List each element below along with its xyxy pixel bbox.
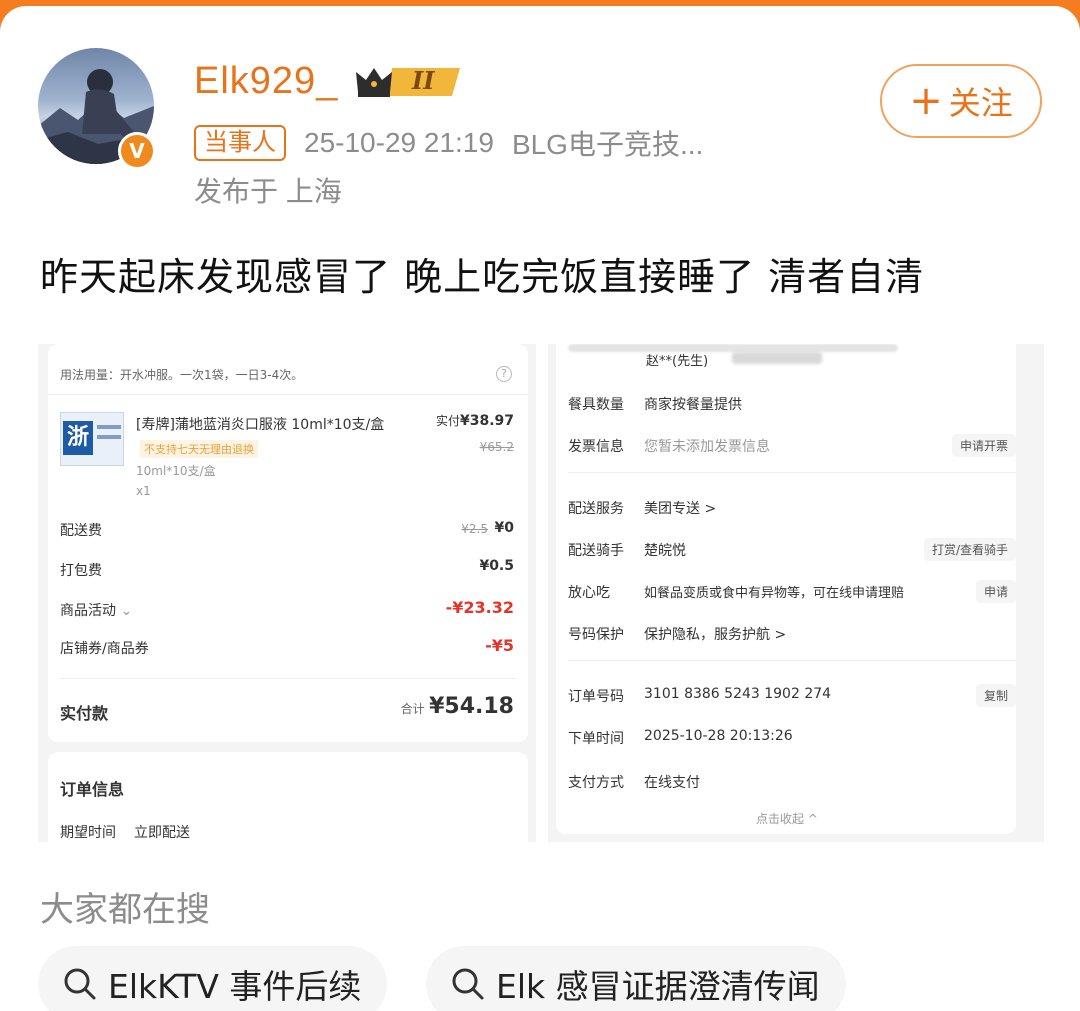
post-location: 发布于 上海 [194, 176, 342, 207]
product-spec: 10ml*10支/盒 [136, 464, 216, 478]
divider [568, 472, 1016, 473]
fee-label-packing: 打包费 [60, 563, 102, 579]
total-amount: 合计 ¥54.18 [401, 694, 514, 719]
search-icon [64, 968, 96, 1000]
detail-label: 发票信息 [568, 439, 624, 455]
detail-value: 楚皖悦 [644, 543, 686, 559]
expect-time-value: 立即配送 [134, 825, 190, 841]
order-info-title: 订单信息 [60, 780, 125, 799]
crown-icon [356, 68, 460, 97]
divider [568, 660, 1016, 661]
search-icon [452, 968, 484, 1000]
fee-old-delivery: ¥2.5 [461, 522, 488, 536]
detail-label: 号码保护 [568, 627, 624, 643]
username[interactable]: Elk929_ [194, 60, 338, 103]
party-tag: 当事人 [194, 125, 286, 161]
verified-badge-icon: V [118, 132, 156, 170]
divider [60, 678, 516, 679]
product-image-stripe [97, 425, 121, 429]
copy-button[interactable]: 复制 [975, 684, 1016, 707]
phone-redacted [732, 352, 822, 364]
detail-label: 餐具数量 [568, 397, 624, 413]
order-details-panel: 赵**(先生) 餐具数量 商家按餐量提供 发票信息 您暂未添加发票信息 申请开票… [556, 344, 1016, 834]
search-chip[interactable]: Elk 感冒证据澄清传闻 [426, 946, 846, 1011]
fee-label-coupon: 店铺券/商品券 [60, 641, 149, 657]
follow-button[interactable]: + 关注 [880, 64, 1042, 138]
help-icon[interactable]: ? [496, 366, 512, 382]
order-summary-panel: 用法用量：开水冲服。一次1袋，一日3-4次。 ? 浙 [寿牌]蒲地蓝消炎口服液 … [48, 344, 528, 742]
detail-label: 配送骑手 [568, 543, 624, 559]
usage-text: 用法用量：开水冲服。一次1袋，一日3-4次。 [60, 368, 304, 382]
follow-label: 关注 [948, 84, 1013, 122]
collapse-link[interactable]: 点击收起 ^ [756, 810, 818, 827]
total-label: 实付款 [60, 704, 109, 723]
detail-label: 订单号码 [568, 689, 624, 705]
product-qty: x1 [136, 484, 151, 498]
total-prefix: 合计 [400, 702, 425, 716]
rider-tip-button[interactable]: 打赏/查看骑手 [923, 538, 1016, 561]
total-value: ¥54.18 [429, 694, 514, 719]
product-image-stripe [97, 435, 121, 439]
detail-value[interactable]: 保护隐私，服务护航 > [644, 624, 786, 644]
fee-value-promo: -¥23.32 [445, 598, 514, 617]
promo-label: 商品活动 [60, 603, 116, 619]
detail-label: 支付方式 [568, 775, 624, 791]
vip-level: II [412, 66, 435, 95]
fee-value-coupon: -¥5 [485, 636, 514, 655]
detail-value[interactable]: 美团专送 > [644, 498, 716, 518]
product-logo: 浙 [63, 421, 93, 455]
divider [48, 394, 528, 395]
plus-icon: + [909, 78, 943, 124]
post-text: 昨天起床发现感冒了 晚上吃完饭直接睡了 清者自清 [40, 255, 925, 299]
vip-badge[interactable]: II [352, 62, 464, 102]
paid-price-value: ¥38.97 [459, 413, 514, 429]
no-return-tag: 不支持七天无理由退换 [140, 440, 258, 458]
attached-image-receipt[interactable]: 用法用量：开水冲服。一次1袋，一日3-4次。 ? 浙 [寿牌]蒲地蓝消炎口服液 … [38, 344, 536, 842]
detail-label: 放心吃 [568, 585, 610, 601]
attached-image-order-details[interactable]: 赵**(先生) 餐具数量 商家按餐量提供 发票信息 您暂未添加发票信息 申请开票… [548, 344, 1044, 842]
chevron-down-icon: ⌄ [116, 603, 133, 619]
address-redacted [568, 344, 898, 352]
fee-label-delivery: 配送费 [60, 523, 102, 539]
expect-time-label: 期望时间 [60, 825, 116, 841]
order-time: 2025-10-28 20:13:26 [644, 728, 793, 744]
invoice-apply-button[interactable]: 申请开票 [951, 434, 1016, 457]
fee-label-promo[interactable]: 商品活动 ⌄ [60, 600, 132, 620]
product-name[interactable]: [寿牌]蒲地蓝消炎口服液 10ml*10支/盒 [136, 414, 384, 434]
detail-value: 商家按餐量提供 [644, 397, 742, 413]
detail-value: 如餐品变质或食中有异物等，可在线申请理赔 [644, 586, 905, 601]
fee-value-delivery: ¥0 [494, 520, 514, 536]
order-info-panel: 订单信息 期望时间 立即配送 [48, 752, 528, 842]
search-chip-label: Elk 感冒证据澄清传闻 [496, 967, 820, 1006]
weibo-post-card: V Elk929_ II 当事人 25-10-29 21:19 BLG电子竞技.… [0, 6, 1080, 1011]
post-timestamp: 25-10-29 21:19 [304, 127, 494, 158]
search-chip[interactable]: ElkKTV 事件后续 [38, 946, 388, 1011]
paid-label: 实付 [435, 414, 460, 428]
original-price: ¥65.2 [479, 440, 514, 454]
claim-apply-button[interactable]: 申请 [975, 580, 1016, 603]
product-image[interactable]: 浙 [60, 412, 124, 466]
detail-label: 配送服务 [568, 501, 624, 517]
paid-price: 实付¥38.97 [436, 412, 514, 429]
post-source[interactable]: BLG电子竞技... [512, 123, 703, 163]
detail-value: 您暂未添加发票信息 [644, 439, 770, 455]
order-number: 3101 8386 5243 1902 274 [644, 686, 832, 702]
recipient-name: 赵**(先生) [646, 354, 709, 369]
detail-label: 下单时间 [568, 731, 624, 747]
fee-value-packing: ¥0.5 [479, 558, 514, 574]
post-meta: 当事人 25-10-29 21:19 BLG电子竞技... [194, 124, 703, 162]
payment-method: 在线支付 [644, 775, 700, 791]
search-chip-label: ElkKTV 事件后续 [108, 967, 362, 1006]
trending-search-title: 大家都在搜 [40, 890, 210, 930]
